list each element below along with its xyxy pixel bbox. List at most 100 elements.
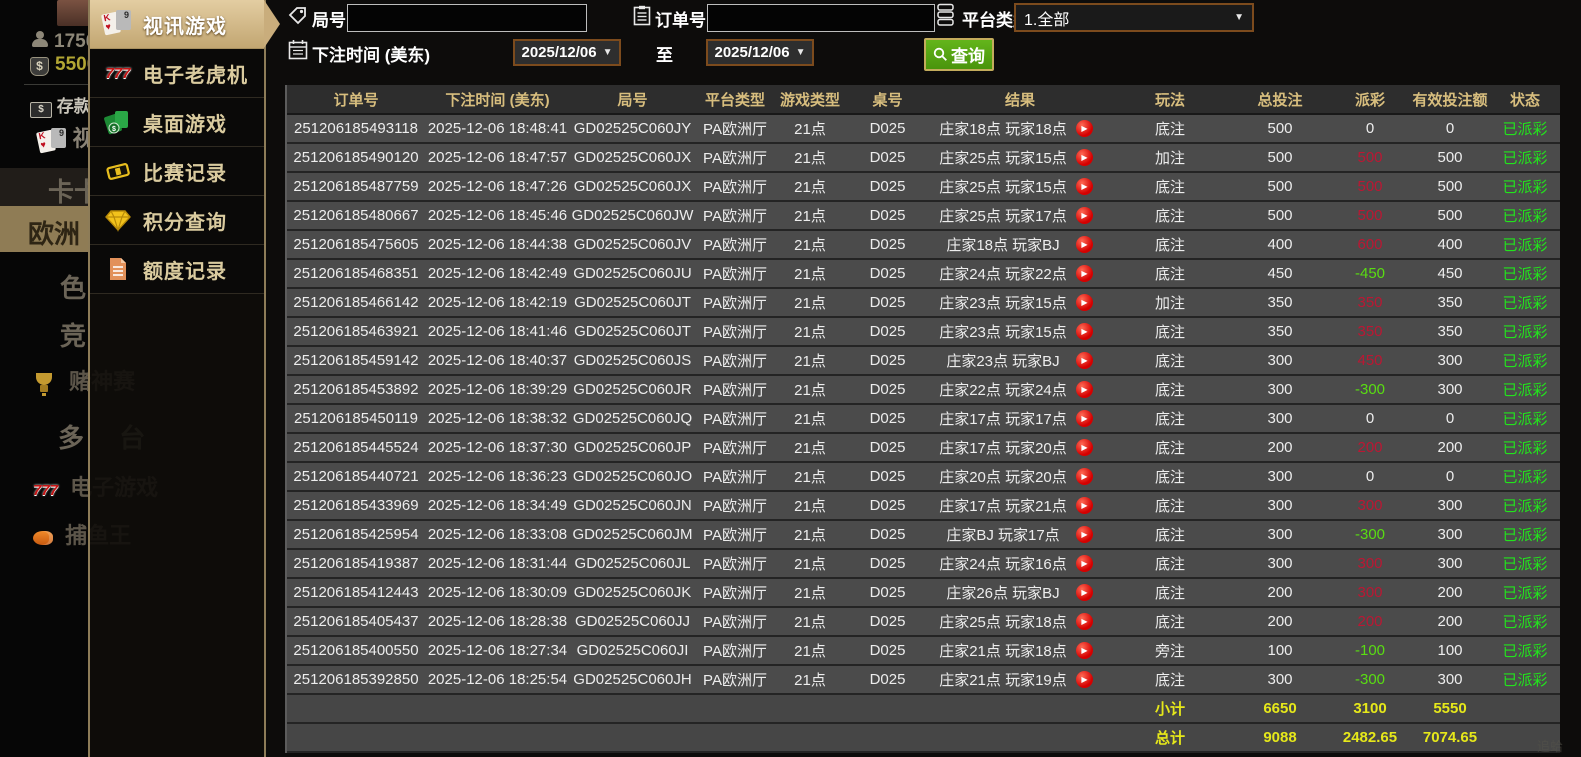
replay-button[interactable]: ▶	[1076, 468, 1093, 485]
cell-platform: PA欧洲厅	[703, 614, 767, 631]
cell-valid: 300	[1437, 352, 1463, 369]
replay-button[interactable]: ▶	[1076, 410, 1093, 427]
cell-status: 已派彩	[1502, 295, 1548, 312]
table-row: 251206185425954 2025-12-06 18:33:08 GD0252…	[287, 521, 1560, 550]
cell-platform: PA欧洲厅	[703, 498, 767, 515]
col-result: 结果	[1004, 91, 1035, 109]
cell-bet: 200	[1267, 584, 1293, 601]
replay-button[interactable]: ▶	[1076, 120, 1093, 137]
cell-valid: 400	[1437, 236, 1463, 253]
cell-payout: -450	[1354, 265, 1386, 282]
replay-button[interactable]: ▶	[1076, 439, 1093, 456]
result-text: 庄家BJ 玩家17点	[946, 527, 1060, 544]
cell-platform: PA欧洲厅	[703, 150, 767, 167]
cell-table: D025	[869, 178, 906, 195]
cell-bet: 500	[1267, 149, 1293, 166]
menu-item-points-query[interactable]: 积分查询	[90, 196, 264, 245]
replay-button[interactable]: ▶	[1076, 294, 1093, 311]
cell-round: GD02525C060JW	[571, 207, 694, 224]
menu-item-table-games[interactable]: $ 桌面游戏	[90, 98, 264, 147]
cell-valid: 500	[1437, 149, 1463, 166]
cell-payout: 0	[1365, 410, 1375, 427]
replay-button[interactable]: ▶	[1076, 584, 1093, 601]
cell-result: 庄家24点 玩家16点 ▶	[930, 550, 1110, 577]
replay-button[interactable]: ▶	[1076, 613, 1093, 630]
sidebar-item-se[interactable]: 色	[60, 268, 86, 305]
replay-button[interactable]: ▶	[1076, 149, 1093, 166]
cell-payout: 0	[1365, 120, 1375, 137]
replay-button[interactable]: ▶	[1076, 323, 1093, 340]
cell-table: D025	[869, 497, 906, 514]
search-button[interactable]: 查询	[924, 38, 994, 71]
cell-play_type: 底注	[1154, 556, 1185, 573]
cell-round: GD02525C060JX	[573, 178, 692, 195]
cell-round: GD02525C060JQ	[572, 410, 693, 427]
cell-valid: 300	[1437, 497, 1463, 514]
table-row: 251206185412443 2025-12-06 18:30:09 GD0252…	[287, 579, 1560, 608]
cell-result: 庄家23点 玩家15点 ▶	[930, 289, 1110, 316]
cell-id: 251206185487759	[293, 178, 419, 195]
replay-button[interactable]: ▶	[1076, 352, 1093, 369]
sidebar-item-jing[interactable]: 竞	[60, 316, 86, 353]
replay-button[interactable]: ▶	[1076, 207, 1093, 224]
cell-round: GD02525C060JR	[573, 381, 692, 398]
date-to-select[interactable]: 2025/12/06 ▼	[706, 39, 814, 66]
replay-button[interactable]: ▶	[1076, 671, 1093, 688]
to-label: 至	[656, 46, 673, 65]
table-row: 251206185463921 2025-12-06 18:41:46 GD0252…	[287, 318, 1560, 347]
col-payout: 派彩	[1354, 91, 1385, 109]
cell-result: 庄家26点 玩家BJ ▶	[930, 579, 1110, 606]
order-input[interactable]	[707, 4, 935, 32]
menu-item-credit-records[interactable]: 额度记录	[90, 245, 264, 294]
cell-bet: 300	[1267, 526, 1293, 543]
cell-play_type: 底注	[1154, 237, 1185, 254]
date-from-select[interactable]: 2025/12/06 ▼	[513, 39, 621, 66]
cell-bet: 300	[1267, 497, 1293, 514]
replay-button[interactable]: ▶	[1076, 555, 1093, 572]
cell-game: 21点	[794, 353, 826, 370]
cell-payout: 500	[1357, 149, 1383, 166]
cell-play_type: 底注	[1154, 672, 1185, 689]
platform-select[interactable]: 1.全部 ▼	[1014, 3, 1254, 32]
cell-round: GD02525C060JT	[574, 294, 691, 311]
cell-time: 2025-12-06 18:41:46	[427, 323, 568, 340]
cell-payout: -300	[1354, 381, 1386, 398]
replay-button[interactable]: ▶	[1076, 526, 1093, 543]
replay-button[interactable]: ▶	[1076, 265, 1093, 282]
menu-item-video-games[interactable]: K ♥ 9 视讯游戏	[90, 0, 264, 49]
replay-button[interactable]: ▶	[1076, 178, 1093, 195]
cell-platform: PA欧洲厅	[703, 237, 767, 254]
cell-platform: PA欧洲厅	[703, 585, 767, 602]
cell-table: D025	[869, 149, 906, 166]
sidebar-item-video[interactable]: K ♥ 9 视	[35, 126, 94, 161]
cell-platform: PA欧洲厅	[703, 382, 767, 399]
cell-valid: 0	[1445, 468, 1455, 485]
cell-status: 已派彩	[1502, 614, 1548, 631]
cell-valid: 500	[1437, 207, 1463, 224]
replay-button[interactable]: ▶	[1076, 381, 1093, 398]
cell-bet: 300	[1267, 352, 1293, 369]
sidebar-item-deposit[interactable]: $ 存款	[30, 92, 91, 118]
subtotal-payout: 3100	[1353, 700, 1387, 717]
col-total-bet: 总投注	[1257, 91, 1303, 109]
cell-status: 已派彩	[1502, 382, 1548, 399]
replay-button[interactable]: ▶	[1076, 236, 1093, 253]
cell-bet: 200	[1267, 613, 1293, 630]
cell-valid: 200	[1437, 439, 1463, 456]
replay-button[interactable]: ▶	[1076, 642, 1093, 659]
cell-game: 21点	[794, 411, 826, 428]
cell-result: 庄家21点 玩家19点 ▶	[930, 666, 1110, 693]
cell-game: 21点	[794, 324, 826, 341]
cell-id: 251206185405437	[293, 613, 419, 630]
cell-id: 251206185400550	[293, 642, 419, 659]
cell-time: 2025-12-06 18:48:41	[427, 120, 568, 137]
menu-item-match-records[interactable]: 比赛记录	[90, 147, 264, 196]
tag-icon	[288, 7, 306, 25]
round-input[interactable]	[347, 4, 587, 32]
menu-item-slots[interactable]: 777 电子老虎机	[90, 49, 264, 98]
cell-result: 庄家23点 玩家15点 ▶	[930, 318, 1110, 345]
sidebar-item-europe[interactable]: 欧洲	[28, 214, 80, 251]
cell-time: 2025-12-06 18:39:29	[427, 381, 568, 398]
cell-platform: PA欧洲厅	[703, 643, 767, 660]
replay-button[interactable]: ▶	[1076, 497, 1093, 514]
